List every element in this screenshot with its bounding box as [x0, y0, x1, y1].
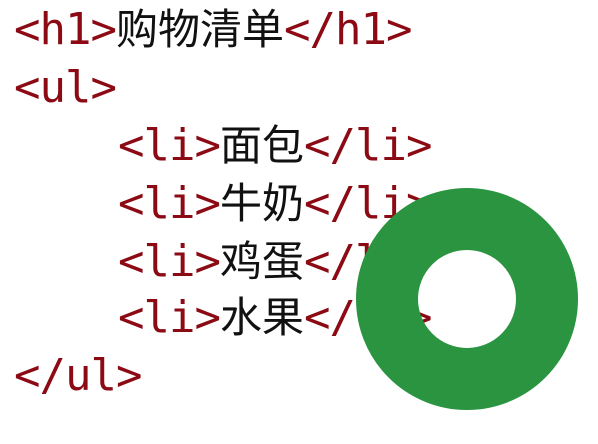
li-text: 面包	[219, 121, 304, 170]
code-line-ul-close: </ul>	[14, 350, 142, 402]
ul-close-tag: </ul>	[14, 350, 142, 401]
code-line-ul-open: <ul>	[14, 62, 117, 114]
code-line-h1: <h1>购物清单</h1>	[14, 4, 412, 56]
li-close-tag: </li>	[303, 120, 432, 171]
li-text: 牛奶	[219, 179, 304, 228]
li-open-tag: <li>	[118, 292, 221, 343]
li-open-tag: <li>	[118, 178, 221, 229]
h1-open-tag: <h1>	[14, 4, 117, 55]
code-line-li: <li>面包</li>	[118, 120, 432, 172]
code-slide: <h1>购物清单</h1> <ul> <li>面包</li> <li>牛奶</l…	[0, 0, 598, 444]
h1-text: 购物清单	[115, 5, 284, 54]
loading-ring-icon	[356, 188, 578, 410]
li-text: 水果	[219, 293, 304, 342]
h1-close-tag: </h1>	[283, 4, 412, 55]
li-open-tag: <li>	[118, 120, 221, 171]
li-open-tag: <li>	[118, 236, 221, 287]
li-text: 鸡蛋	[219, 237, 304, 286]
ul-open-tag: <ul>	[14, 62, 117, 113]
